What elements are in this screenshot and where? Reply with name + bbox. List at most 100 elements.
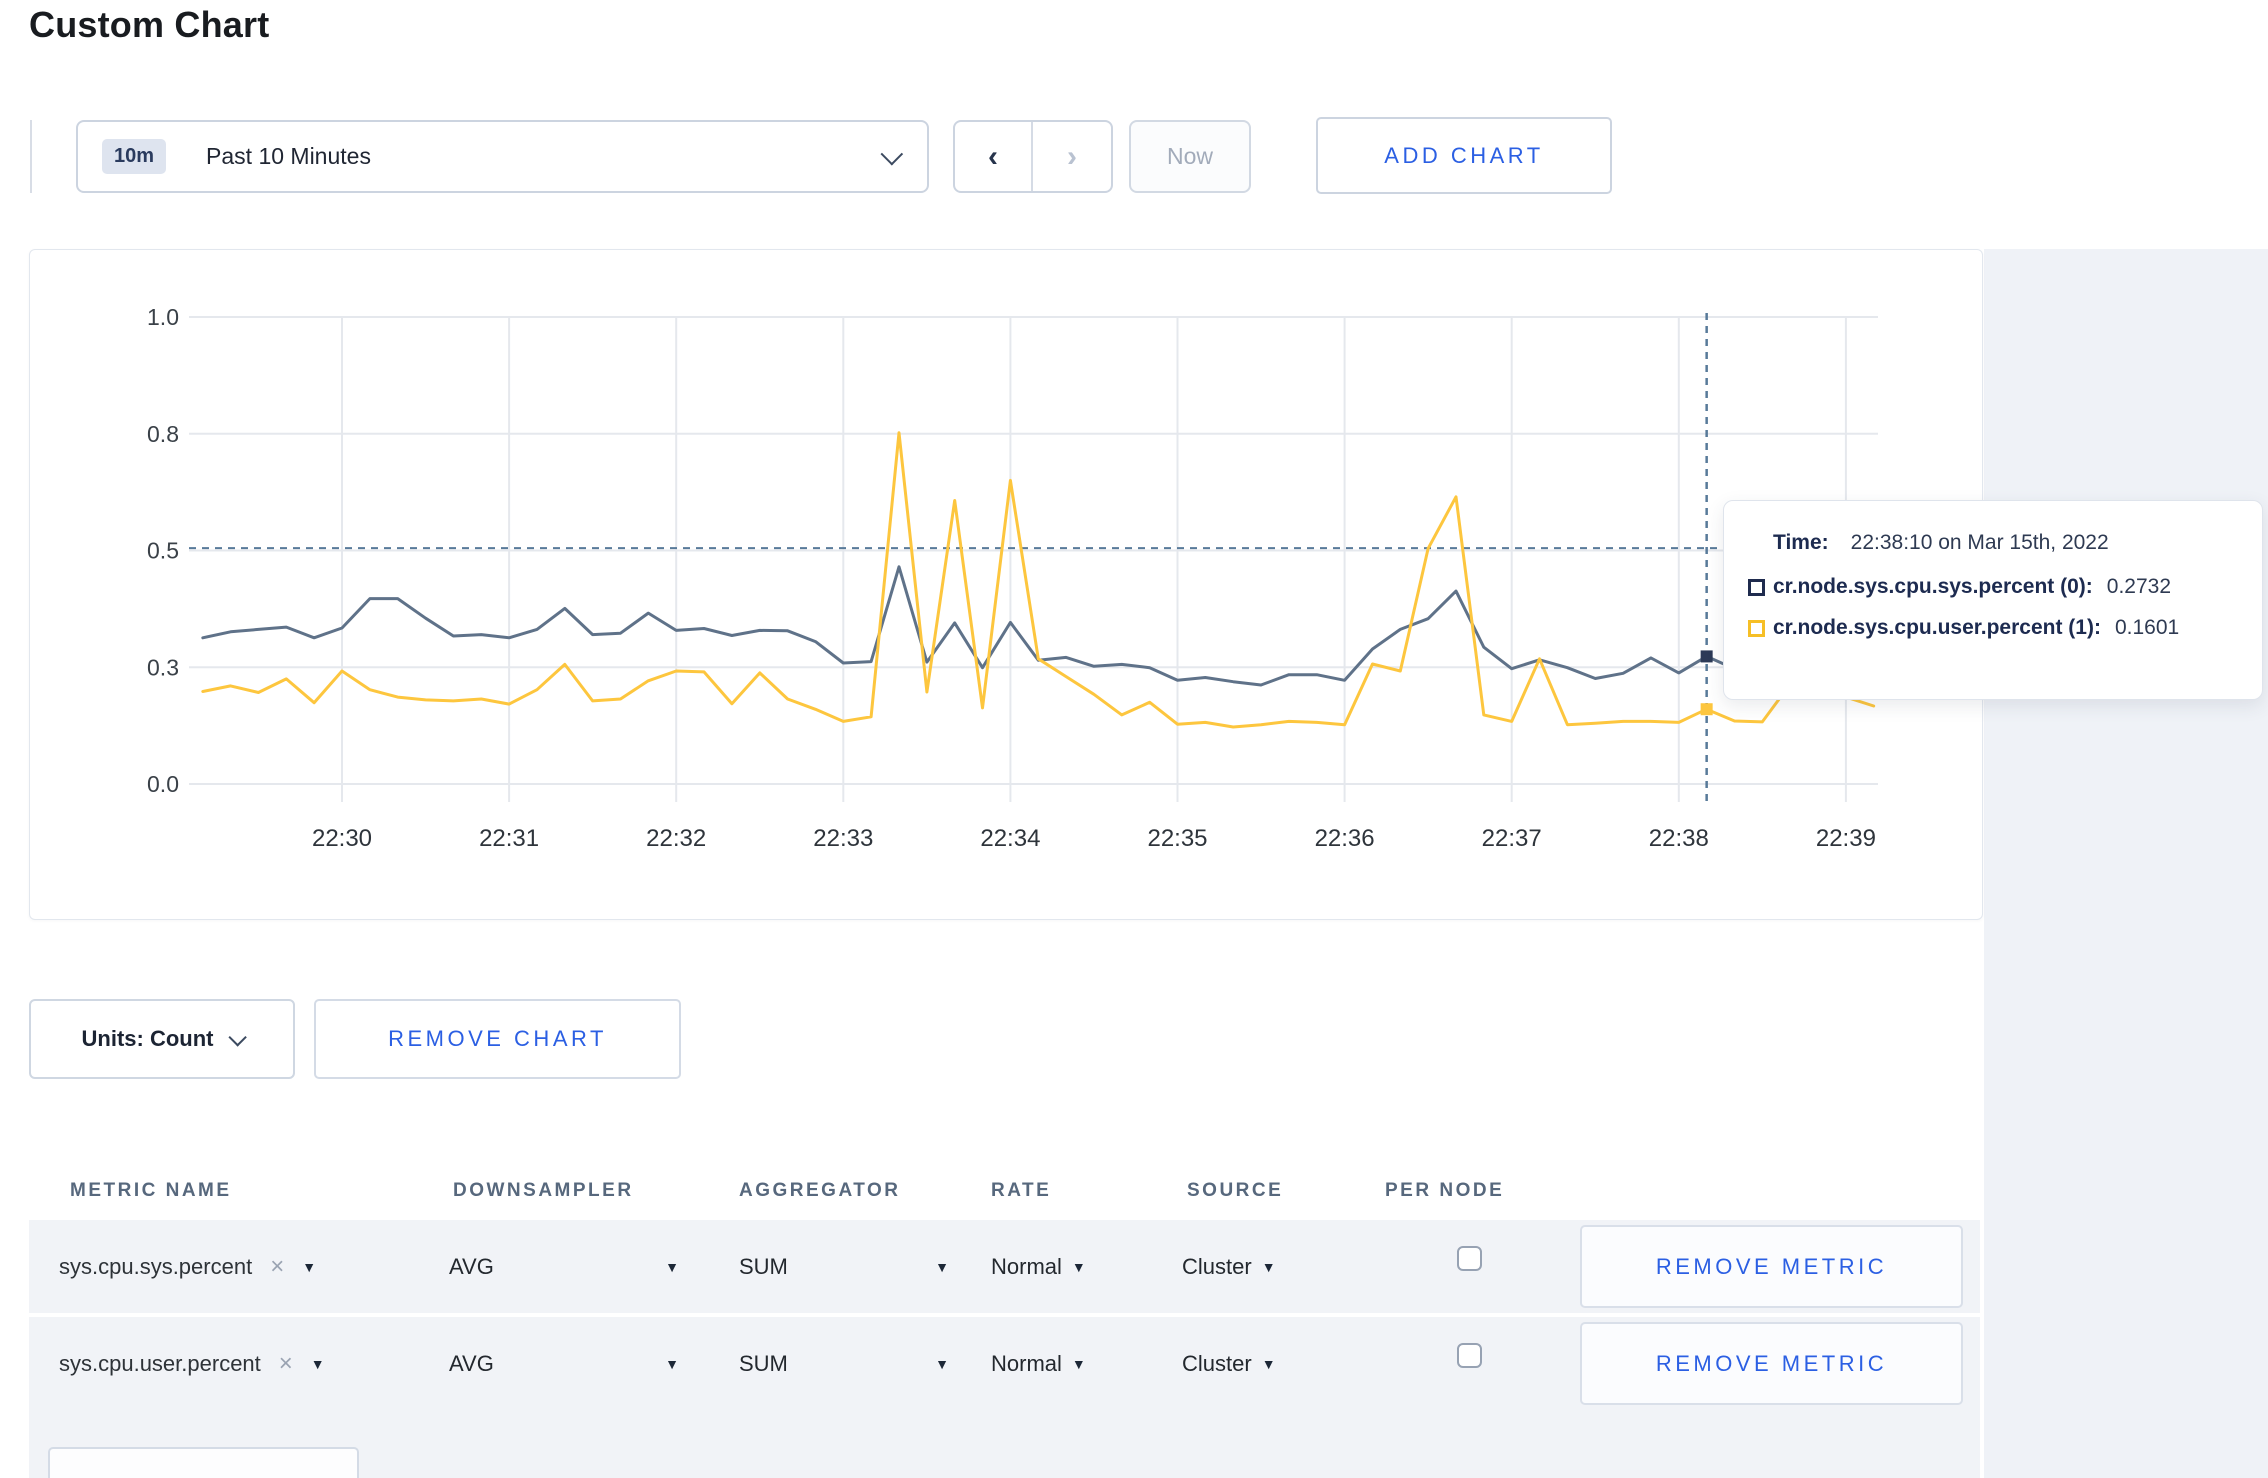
tooltip-series-value: 0.2732 (2106, 575, 2172, 598)
svg-text:22:37: 22:37 (1482, 825, 1542, 852)
add-metric-label: ADD METRIC (118, 1474, 290, 1478)
remove-metric-button[interactable]: REMOVE METRIC (1580, 1322, 1963, 1405)
time-range-select[interactable]: 10m Past 10 Minutes (76, 120, 929, 193)
svg-text:22:36: 22:36 (1315, 825, 1375, 852)
col-header-rate: RATE (991, 1180, 1052, 1201)
source-select[interactable]: Cluster ▼ (1182, 1317, 1276, 1410)
caret-down-icon: ▼ (665, 1355, 679, 1372)
chevron-down-icon (880, 142, 904, 165)
remove-chart-button[interactable]: REMOVE CHART (314, 999, 681, 1079)
now-button[interactable]: Now (1129, 120, 1251, 193)
next-time-button[interactable]: › (1033, 122, 1111, 191)
caret-down-icon: ▼ (935, 1258, 949, 1275)
caret-down-icon: ▼ (302, 1258, 317, 1275)
remove-metric-button[interactable]: REMOVE METRIC (1580, 1225, 1963, 1308)
downsampler-select[interactable]: AVG ▼ (449, 1317, 679, 1410)
metric-row: sys.cpu.sys.percent × ▼ AVG ▼ SUM ▼ Norm… (29, 1220, 1980, 1313)
units-select[interactable]: Units: Count (29, 999, 295, 1079)
chart-canvas[interactable]: 0.0 0.3 0.5 0.8 1.0 22:30 22:31 22:32 22:33 22:34… (30, 250, 1981, 918)
rate-select[interactable]: Normal ▼ (991, 1317, 1086, 1410)
svg-text:22:34: 22:34 (980, 825, 1040, 852)
aggregator-select[interactable]: SUM ▼ (739, 1317, 949, 1410)
remove-chart-label: REMOVE CHART (388, 1026, 607, 1051)
svg-text:22:38: 22:38 (1649, 825, 1709, 852)
chart-tooltip: Time: 22:38:10 on Mar 15th, 2022 cr.node… (1723, 500, 2263, 700)
col-header-source: SOURCE (1187, 1180, 1284, 1201)
units-select-label: Units: Count (81, 1026, 214, 1051)
metric-name-label: sys.cpu.user.percent (59, 1350, 261, 1376)
prev-time-button[interactable]: ‹ (955, 122, 1033, 191)
tooltip-time-value: 22:38:10 on Mar 15th, 2022 (1850, 531, 2109, 554)
clear-metric-icon[interactable]: × (279, 1350, 293, 1378)
page-title: Custom Chart (29, 4, 270, 45)
svg-text:1.0: 1.0 (147, 304, 179, 330)
add-chart-label: ADD CHART (1384, 142, 1544, 168)
svg-text:22:39: 22:39 (1816, 825, 1876, 852)
add-metric-button[interactable]: ADD METRIC (48, 1447, 359, 1478)
metric-row: sys.cpu.user.percent × ▼ AVG ▼ SUM ▼ Nor… (29, 1317, 1980, 1410)
source-value: Cluster (1182, 1253, 1252, 1279)
tooltip-series-value: 0.1601 (2114, 616, 2180, 639)
metrics-table: METRIC NAME DOWNSAMPLER AGGREGATOR RATE … (29, 1168, 1980, 1478)
aggregator-select[interactable]: SUM ▼ (739, 1220, 949, 1313)
time-range-label: Past 10 Minutes (206, 143, 371, 169)
aggregator-value: SUM (739, 1350, 788, 1376)
remove-metric-label: REMOVE METRIC (1655, 1253, 1888, 1279)
svg-text:0.0: 0.0 (147, 771, 179, 797)
rate-value: Normal (991, 1350, 1062, 1376)
page-background-gutter (1984, 249, 2268, 1478)
metrics-table-rows: sys.cpu.sys.percent × ▼ AVG ▼ SUM ▼ Norm… (29, 1220, 1980, 1478)
metric-name-label: sys.cpu.sys.percent (59, 1253, 253, 1279)
svg-text:0.8: 0.8 (147, 421, 179, 447)
svg-text:22:30: 22:30 (312, 825, 372, 852)
chevron-down-icon (228, 1027, 248, 1047)
caret-down-icon: ▼ (1071, 1355, 1086, 1372)
svg-text:22:33: 22:33 (813, 825, 873, 852)
toolbar-divider (30, 120, 32, 193)
source-value: Cluster (1182, 1350, 1252, 1376)
tooltip-series-label: cr.node.sys.cpu.user.percent (1): (1773, 616, 2101, 639)
tooltip-time-label: Time: (1773, 531, 1829, 554)
rate-select[interactable]: Normal ▼ (991, 1220, 1086, 1313)
time-range-badge: 10m (102, 139, 167, 174)
downsampler-value: AVG (449, 1350, 494, 1376)
per-node-checkbox[interactable] (1457, 1343, 1482, 1368)
downsampler-value: AVG (449, 1253, 494, 1279)
col-header-aggregator: AGGREGATOR (739, 1180, 901, 1201)
caret-down-icon: ▼ (1261, 1258, 1276, 1275)
svg-text:22:31: 22:31 (479, 825, 539, 852)
chevron-left-icon: ‹ (988, 139, 998, 173)
caret-down-icon: ▼ (1071, 1258, 1086, 1275)
col-header-metric-name: METRIC NAME (70, 1180, 232, 1201)
time-nav-group: ‹ › (953, 120, 1113, 193)
downsampler-select[interactable]: AVG ▼ (449, 1220, 679, 1313)
clear-metric-icon[interactable]: × (270, 1253, 284, 1281)
caret-down-icon: ▼ (935, 1355, 949, 1372)
custom-chart-page: Custom Chart 10m Past 10 Minutes ‹ › Now… (0, 0, 2268, 1478)
aggregator-value: SUM (739, 1253, 788, 1279)
series-sys-swatch-icon (1748, 578, 1765, 596)
caret-down-icon: ▼ (310, 1355, 325, 1372)
now-button-label: Now (1166, 143, 1213, 169)
col-header-per-node: PER NODE (1385, 1180, 1505, 1201)
chevron-right-icon: › (1067, 139, 1077, 173)
tooltip-series-row: cr.node.sys.cpu.user.percent (1): 0.1601 (1748, 616, 2262, 640)
tooltip-series-row: cr.node.sys.cpu.sys.percent (0): 0.2732 (1748, 575, 2262, 599)
remove-metric-label: REMOVE METRIC (1655, 1350, 1888, 1376)
svg-text:22:32: 22:32 (646, 825, 706, 852)
metrics-table-header: METRIC NAME DOWNSAMPLER AGGREGATOR RATE … (29, 1168, 1980, 1220)
chart-card: 0.0 0.3 0.5 0.8 1.0 22:30 22:31 22:32 22:33 22:34… (29, 249, 1983, 920)
caret-down-icon: ▼ (1261, 1355, 1276, 1372)
svg-text:22:35: 22:35 (1147, 825, 1207, 852)
svg-text:0.5: 0.5 (147, 538, 179, 564)
metric-name-select[interactable]: sys.cpu.user.percent × ▼ (59, 1317, 325, 1410)
col-header-downsampler: DOWNSAMPLER (453, 1180, 634, 1201)
source-select[interactable]: Cluster ▼ (1182, 1220, 1276, 1313)
caret-down-icon: ▼ (665, 1258, 679, 1275)
series-user-swatch-icon (1748, 619, 1765, 637)
svg-text:0.3: 0.3 (147, 654, 179, 680)
tooltip-series-label: cr.node.sys.cpu.sys.percent (0): (1773, 575, 2093, 598)
metric-name-select[interactable]: sys.cpu.sys.percent × ▼ (59, 1220, 316, 1313)
per-node-checkbox[interactable] (1457, 1246, 1482, 1271)
add-chart-button[interactable]: ADD CHART (1316, 117, 1612, 194)
